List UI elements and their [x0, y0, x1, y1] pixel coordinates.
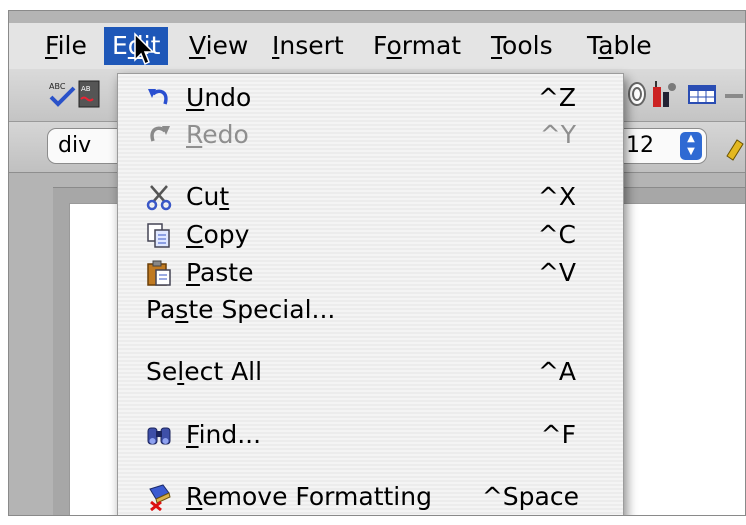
menu-item-label: Redo — [186, 120, 249, 149]
menu-item-label: Cut — [186, 182, 230, 211]
menu-item-label: Copy — [186, 220, 250, 249]
insert-image-icon[interactable] — [650, 79, 680, 109]
menu-item-shortcut: ^X — [537, 182, 576, 211]
mouse-pointer-icon — [134, 32, 155, 66]
application-window: File Edit View Insert Format Tools Table… — [8, 10, 746, 516]
binoculars-icon — [147, 427, 171, 445]
undo-icon — [148, 89, 168, 105]
highlight-icon[interactable] — [723, 132, 745, 162]
copy-icon — [147, 223, 170, 248]
menu-item-shortcut: ^F — [540, 420, 576, 449]
menu-item-shortcut: ^V — [537, 258, 576, 287]
menu-item-select-all[interactable]: Select All ^A — [118, 354, 623, 390]
menu-tools[interactable]: Tools — [491, 27, 553, 65]
font-size-value: 12 — [626, 133, 654, 158]
paragraph-style-value: div — [58, 133, 92, 158]
svg-text:ABC: ABC — [49, 82, 66, 91]
scissors-icon — [146, 185, 172, 211]
svg-text:AB: AB — [81, 85, 91, 93]
menu-item-label: Paste — [186, 258, 254, 287]
menu-item-shortcut: ^Y — [539, 120, 576, 149]
menu-item-paste[interactable]: Paste ^V — [118, 255, 623, 291]
menu-item-paste-special[interactable]: Paste Special... — [118, 292, 623, 328]
menu-item-shortcut: ^Z — [537, 83, 576, 112]
menu-view[interactable]: View — [189, 27, 248, 65]
menu-table[interactable]: Table — [587, 27, 652, 65]
menu-item-label: Select All — [146, 357, 263, 386]
menu-item-redo: Redo ^Y — [118, 117, 623, 153]
menu-item-shortcut: ^Space — [481, 482, 579, 511]
menu-file[interactable]: File — [45, 27, 87, 65]
redo-icon — [150, 126, 170, 142]
menu-item-undo[interactable]: Undo ^Z — [118, 80, 623, 116]
menu-item-label: Paste Special... — [146, 295, 336, 324]
menu-item-cut[interactable]: Cut ^X — [118, 179, 623, 215]
toolbar-separator — [725, 94, 743, 98]
menu-item-find[interactable]: Find... ^F — [118, 417, 623, 453]
menu-item-shortcut: ^C — [537, 220, 576, 249]
menu-item-shortcut: ^A — [537, 357, 576, 386]
menu-item-label: Remove Formatting — [186, 482, 432, 511]
menu-item-copy[interactable]: Copy ^C — [118, 217, 623, 253]
edit-menu-dropdown: Undo ^Z Redo ^Y Cut ^X Copy ^C Paste ^V … — [117, 73, 624, 515]
menu-format[interactable]: Format — [373, 27, 461, 65]
menu-bar: File Edit View Insert Format Tools Table — [9, 23, 745, 69]
spellcheck-icon[interactable]: ABC — [47, 79, 77, 109]
font-size-stepper[interactable]: ▲ ▼ — [680, 132, 702, 160]
hyperlink-icon[interactable] — [626, 79, 648, 109]
menu-item-remove-formatting[interactable]: Remove Formatting ^Space — [118, 479, 623, 515]
clipboard-icon — [147, 260, 171, 286]
eraser-icon — [149, 484, 171, 511]
menu-item-label: Find... — [186, 420, 262, 449]
menu-insert[interactable]: Insert — [272, 27, 344, 65]
insert-table-icon[interactable] — [687, 79, 717, 109]
menu-item-label: Undo — [186, 83, 252, 112]
font-size-select[interactable]: 12 ▲ ▼ — [615, 128, 707, 164]
autospell-icon[interactable]: AB — [77, 79, 101, 109]
